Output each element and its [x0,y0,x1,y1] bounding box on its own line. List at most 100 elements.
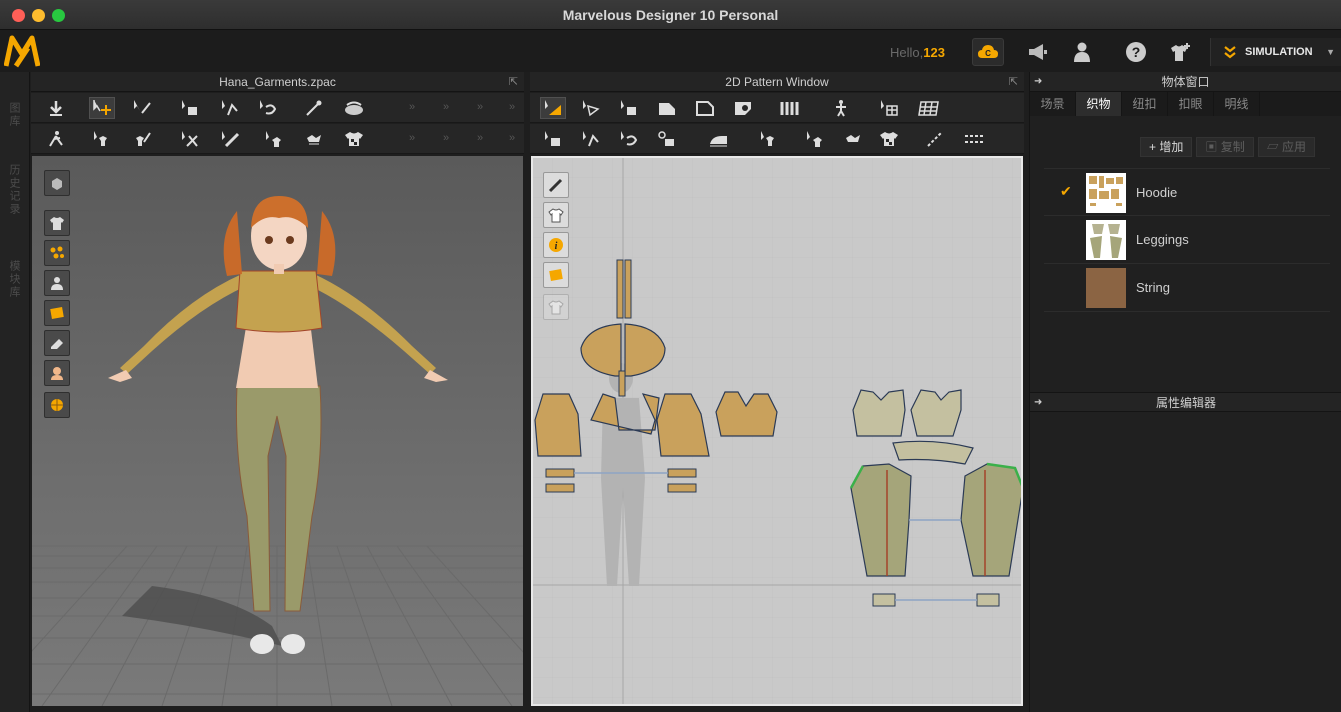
trace-icon[interactable] [578,128,604,150]
overflow-chevron-icon[interactable]: » [509,101,515,113]
offset-icon[interactable] [616,128,642,150]
tab-scene[interactable]: 场景 [1030,92,1076,116]
viewport-3d[interactable] [32,156,523,706]
fold-icon[interactable] [255,97,281,119]
right-sleeve [310,274,436,374]
edit-garment-icon[interactable] [89,128,115,150]
fabric-item[interactable]: ✔ Hoodie [1044,168,1330,216]
collapse-arrow-icon[interactable]: ➜ [1034,393,1042,413]
fabric-item[interactable]: String [1044,264,1330,312]
show-garment-2d-icon[interactable] [543,202,569,228]
avatar-arrangement-icon[interactable] [828,97,854,119]
leggings-top-right-piece [910,389,962,437]
edit-curvature-icon[interactable] [616,97,642,119]
overflow-chevron-icon[interactable]: » [409,132,415,144]
simulation-button[interactable]: SIMULATION ▼ [1210,38,1341,66]
internal-shape-icon[interactable] [730,97,756,119]
drop-down-icon[interactable] [43,97,69,119]
pressure-icon[interactable] [301,128,327,150]
pen-tool-icon[interactable] [543,172,569,198]
viewport-2d[interactable]: i [531,156,1023,706]
string-color-swatch [1086,268,1126,308]
chevron-down-icon[interactable]: ▼ [1326,47,1335,57]
rectangle-icon[interactable] [692,97,718,119]
texture-2d-icon[interactable] [543,262,569,288]
panel-3d-title: Hana_Garments.zpac [219,75,336,89]
overflow-chevron-icon[interactable]: » [477,132,483,144]
avatar-scene [32,196,523,706]
info-icon[interactable]: i [543,232,569,258]
announcement-button[interactable] [1022,38,1054,66]
transform-pattern-2d-icon[interactable] [540,97,566,119]
app-logo-icon [4,35,40,68]
arrangement-points-icon[interactable] [217,97,243,119]
shirt-checker-2d-icon[interactable] [876,128,902,150]
brush-garment-icon[interactable] [129,128,155,150]
tab-button[interactable]: 纽扣 [1122,92,1168,116]
point-edit-icon[interactable] [654,128,680,150]
object-browser-title: 物体窗口 [1161,75,1210,89]
avatar-pose-icon[interactable] [43,128,69,150]
pin-icon[interactable] [301,97,327,119]
copy-label: 复制 [1220,140,1245,154]
overflow-chevron-icon[interactable]: » [509,132,515,144]
add-fabric-button[interactable]: + 增加 [1140,137,1193,157]
add-avatar-button[interactable] [1164,38,1196,66]
grid-lines-icon[interactable] [916,97,942,119]
copy-fabric-button[interactable]: ▣ 复制 [1196,137,1254,157]
fabric-pressure-icon[interactable] [840,128,866,150]
transform-pattern-icon[interactable] [177,128,203,150]
lock-garment-icon[interactable] [543,294,569,320]
show-avatar-icon[interactable] [44,270,70,296]
strengthen-icon[interactable] [261,128,287,150]
avatar-skin-icon[interactable] [44,360,70,386]
tab-topstitch[interactable]: 明线 [1214,92,1260,116]
collapse-arrow-icon[interactable]: ➜ [1034,72,1042,92]
property-editor-header: ➜ 属性编辑器 [1030,392,1341,412]
iron-icon[interactable] [706,128,732,150]
fold-arrangement-icon[interactable] [177,97,203,119]
eye-globe-icon[interactable] [44,392,70,418]
megaphone-icon [1029,44,1047,60]
overflow-chevron-icon[interactable]: » [443,101,449,113]
modular-library-tab[interactable]: 模块库 [6,260,22,299]
shirt-checker-icon[interactable] [341,128,367,150]
apply-fabric-button[interactable]: ▱ 应用 [1257,137,1316,157]
select-mesh-icon[interactable] [129,97,155,119]
popout-icon[interactable]: ⇱ [509,72,518,92]
overflow-chevron-icon[interactable]: » [477,101,483,113]
stitch-2d-icon[interactable] [802,128,828,150]
check-icon: ✔ [1060,183,1072,199]
texture-view-icon[interactable] [44,300,70,326]
overflow-chevron-icon[interactable]: » [443,132,449,144]
grid-pattern-icon[interactable] [876,97,902,119]
cloud-sync-button[interactable]: C [972,38,1004,66]
help-button[interactable]: ? [1120,38,1152,66]
overflow-chevron-icon[interactable]: » [409,101,415,113]
polygon-icon[interactable] [654,97,680,119]
fabric-actions: + 增加 ▣ 复制 ▱ 应用 [1140,137,1316,157]
camera-view-icon[interactable] [44,170,70,196]
seam-line-icon[interactable] [540,128,566,150]
show-garment-icon[interactable] [44,210,70,236]
show-points-icon[interactable] [44,240,70,266]
copy-icon: ▣ [1205,140,1221,154]
measure-line-icon[interactable] [962,128,988,150]
garment-select-icon[interactable] [756,128,782,150]
eraser-view-icon[interactable] [44,330,70,356]
popout-icon[interactable]: ⇱ [1009,72,1018,92]
toolbar-3d-row-1: » » » » [31,93,524,123]
fabric-item[interactable]: Leggings [1044,216,1330,264]
tack-icon[interactable] [341,97,367,119]
leggings-garment [235,385,322,612]
select-move-icon[interactable] [89,97,115,119]
edit-pattern-icon[interactable] [578,97,604,119]
pattern-layout-icon[interactable] [778,97,804,119]
tape-measure-icon[interactable] [922,128,948,150]
stitch-icon[interactable] [217,128,243,150]
tab-fabric[interactable]: 织物 [1076,92,1122,116]
library-tab[interactable]: 图库 [6,102,22,128]
tab-buttonhole[interactable]: 扣眼 [1168,92,1214,116]
account-button[interactable] [1066,38,1098,66]
history-tab[interactable]: 历史记录 [6,164,22,216]
